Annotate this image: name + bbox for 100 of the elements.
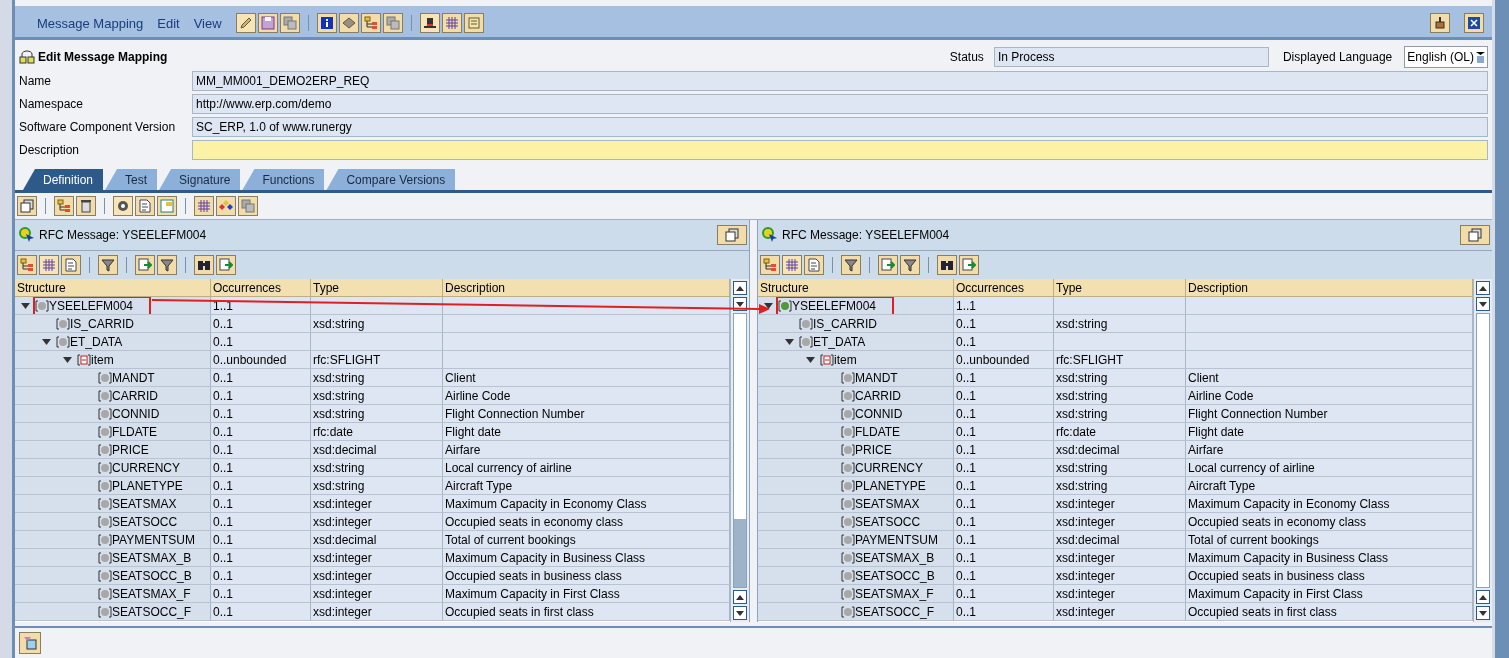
tree-view-button[interactable] (17, 255, 37, 275)
search-button[interactable] (194, 255, 214, 275)
gear-button[interactable] (113, 196, 133, 216)
node-name[interactable]: MANDT (112, 370, 155, 385)
collapse-icon[interactable] (63, 355, 72, 364)
scroll-thumb[interactable] (734, 518, 746, 587)
brush-button[interactable] (1430, 13, 1450, 33)
text-field[interactable] (192, 140, 1488, 160)
filter-button[interactable] (98, 255, 118, 275)
table-cell: Occupied seats in economy class (443, 513, 730, 531)
info-button[interactable] (316, 13, 337, 33)
filter-button[interactable] (841, 255, 861, 275)
text-field[interactable]: MM_MM001_DEMO2ERP_REQ (192, 71, 1488, 91)
export-button[interactable] (959, 255, 979, 275)
table-cell: 0..1 (211, 423, 311, 441)
scroll-down-icon[interactable] (736, 301, 744, 307)
tab[interactable]: Signature (159, 169, 241, 190)
tree-view-button[interactable] (760, 255, 780, 275)
windows-icon (23, 636, 37, 650)
language-dropdown[interactable]: English (OL) (1404, 46, 1488, 68)
grid-button[interactable] (39, 255, 59, 275)
scroll-down-icon[interactable] (1479, 301, 1487, 307)
export-button[interactable] (216, 255, 236, 275)
scrollbar[interactable] (1473, 279, 1492, 622)
pane-title: RFC Message: YSEELEFM004 (782, 228, 951, 242)
scroll-up-icon[interactable] (736, 594, 744, 600)
node-name[interactable]: MANDT (855, 370, 898, 385)
trash-icon (79, 199, 93, 213)
collapse-icon[interactable] (764, 301, 773, 310)
grid-button[interactable] (441, 13, 462, 33)
copy-button[interactable] (382, 13, 403, 33)
column-header[interactable]: Type (311, 279, 443, 297)
window-menu-button[interactable] (717, 225, 747, 245)
diamonds-button[interactable] (216, 196, 236, 216)
node-name[interactable]: PRICE (112, 442, 149, 457)
tree-view-button[interactable] (360, 13, 381, 33)
column-header[interactable]: Description (443, 279, 730, 297)
scroll-up-icon[interactable] (1479, 285, 1487, 291)
collapse-icon[interactable] (42, 337, 51, 346)
collapse-icon[interactable] (785, 337, 794, 346)
tab[interactable]: Compare Versions (326, 169, 456, 190)
scrollbar[interactable] (730, 279, 749, 622)
tree-view-button[interactable] (54, 196, 74, 216)
node-name[interactable]: CARRID (112, 388, 158, 403)
node-name[interactable]: FLDATE (855, 424, 901, 439)
grid-button[interactable] (782, 255, 802, 275)
tab[interactable]: Definition (23, 169, 104, 190)
node-name[interactable]: CARRID (855, 388, 901, 403)
scroll-down-icon[interactable] (1479, 610, 1487, 616)
menu-item[interactable]: Edit (157, 15, 180, 31)
collapse-icon[interactable] (806, 355, 815, 364)
copy-button[interactable] (279, 13, 300, 33)
column-header[interactable]: Structure (15, 279, 211, 297)
tab[interactable]: Test (105, 169, 158, 190)
scroll-up-icon[interactable] (1479, 594, 1487, 600)
filter-button[interactable] (900, 255, 920, 275)
document-button[interactable] (804, 255, 824, 275)
filter-button[interactable] (157, 255, 177, 275)
table-cell: Flight Connection Number (443, 405, 730, 423)
scroll-down-icon[interactable] (736, 610, 744, 616)
collapse-icon[interactable] (21, 301, 30, 310)
trash-button[interactable] (76, 196, 96, 216)
grid-button[interactable] (194, 196, 214, 216)
export-button[interactable] (135, 255, 155, 275)
windows-button[interactable] (17, 196, 37, 216)
column-header[interactable]: Occurrences (211, 279, 311, 297)
table-cell: 0..1 (211, 477, 311, 495)
save-button[interactable] (257, 13, 278, 33)
field-label: Software Component Version (19, 120, 177, 134)
node-name[interactable]: item (91, 352, 114, 367)
pencil-button[interactable] (235, 13, 256, 33)
search-button[interactable] (937, 255, 957, 275)
document-button[interactable] (135, 196, 155, 216)
scroll-up-icon[interactable] (736, 285, 744, 291)
scroll-button[interactable] (463, 13, 484, 33)
diamond-button[interactable] (338, 13, 359, 33)
text-field[interactable]: SC_ERP, 1.0 of www.runergy (192, 117, 1488, 137)
node-name[interactable]: FLDATE (112, 424, 158, 439)
tab[interactable]: Functions (242, 169, 325, 190)
hat-button[interactable] (419, 13, 440, 33)
element-node-icon (841, 425, 855, 438)
windows-button[interactable] (19, 632, 41, 654)
document-button[interactable] (61, 255, 81, 275)
close-button[interactable] (1464, 13, 1484, 33)
column-header[interactable]: Description (1186, 279, 1473, 297)
cursor-icon (762, 227, 778, 243)
column-header[interactable]: Occurrences (954, 279, 1054, 297)
node-name[interactable]: PRICE (855, 442, 892, 457)
menu-item[interactable]: Message Mapping (37, 15, 144, 31)
text-field[interactable]: http://www.erp.com/demo (192, 94, 1488, 114)
tree-view-icon (763, 258, 777, 272)
window-menu-button[interactable] (1460, 225, 1490, 245)
copy-button[interactable] (238, 196, 258, 216)
table-cell: Total of current bookings (443, 531, 730, 549)
export-button[interactable] (878, 255, 898, 275)
menu-item[interactable]: View (193, 15, 222, 31)
column-header[interactable]: Structure (758, 279, 954, 297)
layout-button[interactable] (157, 196, 177, 216)
node-name[interactable]: item (834, 352, 857, 367)
column-header[interactable]: Type (1054, 279, 1186, 297)
